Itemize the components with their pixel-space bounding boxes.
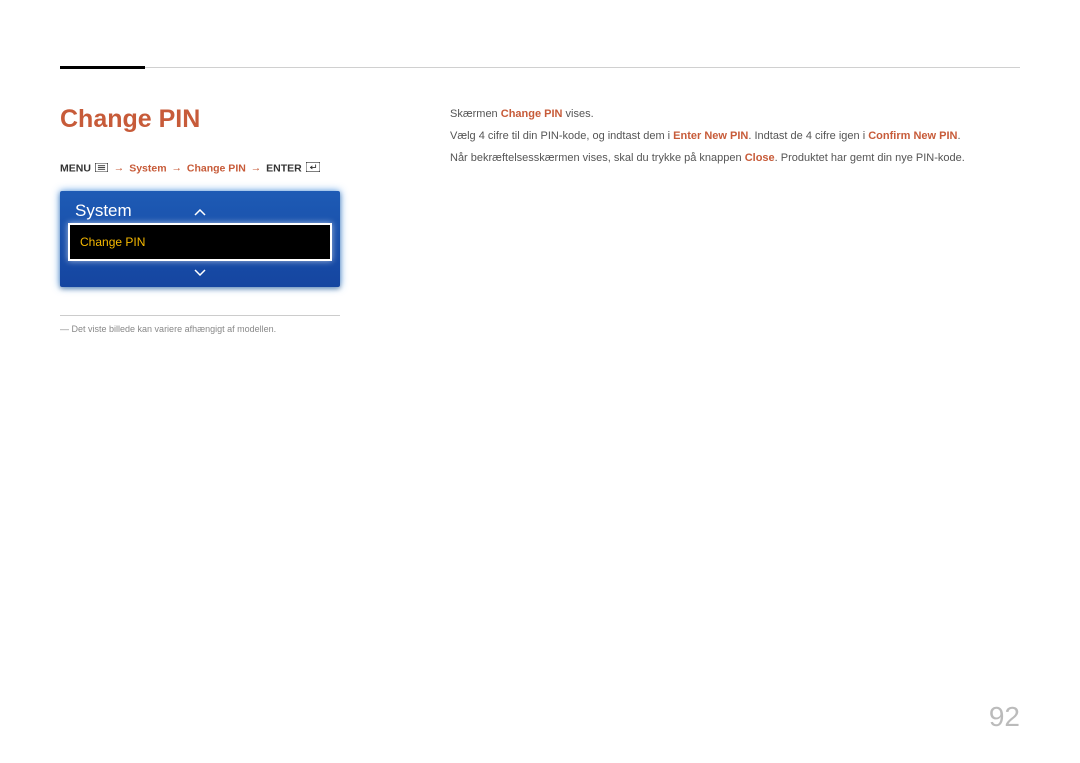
breadcrumb-changepin: Change PIN (187, 162, 246, 174)
breadcrumb-enter: ENTER (266, 162, 302, 174)
breadcrumb-system: System (129, 162, 166, 174)
header-accent-line (60, 66, 145, 69)
footnote-prefix: ― (60, 324, 69, 334)
page-number: 92 (989, 701, 1020, 733)
text-segment: vises. (562, 108, 593, 120)
text-segment: Vælg 4 cifre til din PIN-kode, og indtas… (450, 130, 673, 142)
text-highlight: Confirm New PIN (868, 130, 957, 142)
footnote-divider (60, 315, 340, 316)
enter-icon (306, 162, 320, 175)
text-highlight: Close (745, 152, 775, 164)
text-segment: . (957, 130, 960, 142)
body-line-1: Skærmen Change PIN vises. (450, 105, 1020, 125)
chevron-down-icon[interactable] (60, 261, 340, 287)
breadcrumb: MENU → System → Change PIN → ENTER (60, 162, 400, 175)
menu-icon (95, 163, 108, 175)
text-segment: Når bekræftelsesskærmen vises, skal du t… (450, 152, 745, 164)
text-highlight: Change PIN (501, 108, 563, 120)
osd-selected-item[interactable]: Change PIN (68, 223, 332, 261)
footnote-text: Det viste billede kan variere afhængigt … (72, 324, 277, 334)
body-line-2: Vælg 4 cifre til din PIN-kode, og indtas… (450, 127, 1020, 147)
osd-panel: System Change PIN (60, 191, 340, 287)
osd-selected-label: Change PIN (80, 235, 145, 249)
left-column: Change PIN MENU → System → Change PIN → (60, 105, 400, 334)
footnote: ― Det viste billede kan variere afhængig… (60, 324, 400, 334)
breadcrumb-menu: MENU (60, 162, 91, 174)
breadcrumb-arrow: → (114, 162, 125, 174)
text-highlight: Enter New PIN (673, 130, 748, 142)
breadcrumb-arrow: → (171, 162, 182, 174)
body-line-3: Når bekræftelsesskærmen vises, skal du t… (450, 149, 1020, 169)
right-column: Skærmen Change PIN vises. Vælg 4 cifre t… (450, 105, 1020, 334)
text-segment: . Produktet har gemt din nye PIN-kode. (775, 152, 965, 164)
header-divider-line (145, 67, 1020, 68)
text-segment: . Indtast de 4 cifre igen i (748, 130, 868, 142)
text-segment: Skærmen (450, 108, 501, 120)
page-title: Change PIN (60, 105, 400, 134)
breadcrumb-arrow: → (251, 162, 262, 174)
